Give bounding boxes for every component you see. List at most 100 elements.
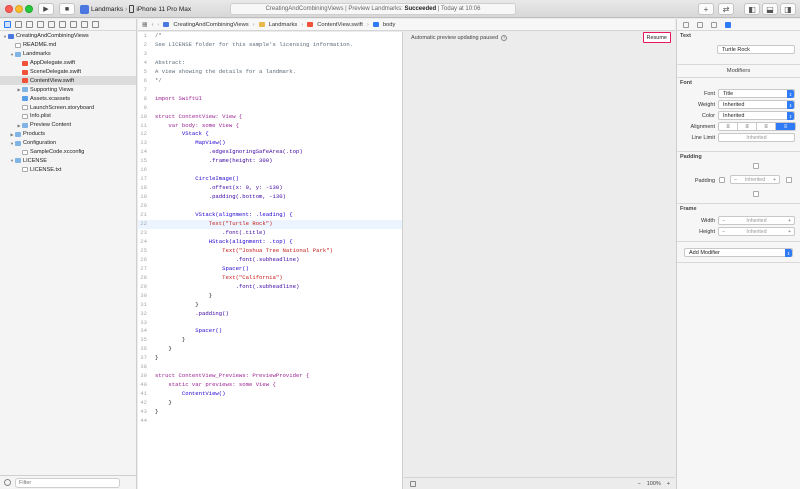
code-line[interactable]: 20 (138, 202, 402, 211)
navigator-item[interactable]: LaunchScreen.storyboard (0, 103, 136, 112)
attributes-icon[interactable] (725, 21, 731, 28)
stepper-plus-icon[interactable]: + (788, 229, 791, 235)
code-line[interactable]: 33 (138, 319, 402, 328)
pin-icon[interactable] (410, 481, 416, 487)
code-line[interactable]: 34 Spacer() (138, 327, 402, 336)
height-field[interactable]: − Inherited + (718, 227, 795, 236)
stepper-minus-icon[interactable]: − (722, 218, 725, 224)
navigator-item[interactable]: ▼ Configuration (0, 139, 136, 148)
navigator-item[interactable]: ▼ CreatingAndCombiningViews (0, 32, 136, 41)
symbol-icon[interactable] (26, 21, 33, 28)
navigator-item[interactable]: ▼ LICENSE (0, 156, 136, 165)
code-line[interactable]: 15 .frame(height: 300) (138, 157, 402, 166)
linelimit-field[interactable]: Inherited (718, 133, 795, 142)
code-line[interactable]: 3 (138, 50, 402, 59)
code-line[interactable]: 13 MapView() (138, 139, 402, 148)
code-line[interactable]: 38 (138, 363, 402, 372)
close-window-button[interactable] (5, 5, 13, 13)
crumb-file[interactable]: ContentView.swift (317, 22, 363, 28)
code-line[interactable]: 2 See LICENSE folder for this sample's li… (138, 41, 402, 50)
toggle-inspector-button[interactable]: ◨ (780, 3, 796, 15)
code-line[interactable]: 32 .padding() (138, 310, 402, 319)
code-line[interactable]: 39 struct ContentView_Previews: PreviewPr… (138, 372, 402, 381)
code-line[interactable]: 5 A view showing the details for a landma… (138, 68, 402, 77)
code-line[interactable]: 18 .offset(x: 0, y: -130) (138, 184, 402, 193)
back-forward-icon[interactable]: ⇄ (718, 3, 734, 15)
padding-left-checkbox[interactable] (719, 177, 725, 183)
align-left-icon[interactable]: ≡ (719, 123, 738, 130)
code-line[interactable]: 35 } (138, 336, 402, 345)
navigator-item[interactable]: README.md (0, 41, 136, 50)
align-center-icon[interactable]: ≡ (738, 123, 757, 130)
code-line[interactable]: 36 } (138, 345, 402, 354)
navigator-item[interactable]: SceneDelegate.swift (0, 68, 136, 77)
toggle-navigator-button[interactable]: ◧ (744, 3, 760, 15)
width-field[interactable]: − Inherited + (718, 216, 795, 225)
run-button[interactable]: ▶ (38, 3, 54, 15)
padding-right-checkbox[interactable] (786, 177, 792, 183)
padding-bottom-checkbox[interactable] (753, 191, 759, 197)
code-line[interactable]: 23 .font(.title) (138, 229, 402, 238)
alignment-control[interactable]: ≡ ≡ ≡ ≡ (718, 122, 796, 131)
code-line[interactable]: 31 } (138, 301, 402, 310)
code-line[interactable]: 21 VStack(alignment: .leading) { (138, 211, 402, 220)
code-line[interactable]: 11 var body: some View { (138, 122, 402, 131)
color-popup[interactable]: Inherited ⇕ (718, 111, 795, 120)
add-file-icon[interactable] (4, 479, 11, 486)
code-line[interactable]: 41 ContentView() (138, 390, 402, 399)
code-line[interactable]: 30 } (138, 292, 402, 301)
code-line[interactable]: 4 Abstract: (138, 59, 402, 68)
navigator-item[interactable]: ▶ Supporting Views (0, 85, 136, 94)
code-line[interactable]: 8 import SwiftUI (138, 95, 402, 104)
history-icon[interactable] (697, 21, 703, 28)
stop-button[interactable]: ■ (59, 3, 75, 15)
font-popup[interactable]: Title ⇕ (718, 89, 795, 98)
navigator-item[interactable]: LICENSE.txt (0, 165, 136, 174)
navigator-item[interactable]: ContentView.swift (0, 76, 136, 86)
code-line[interactable]: 12 VStack { (138, 130, 402, 139)
breakpoint-icon[interactable] (81, 21, 88, 28)
code-line[interactable]: 1 /* (138, 32, 402, 41)
crumb-project[interactable]: CreatingAndCombiningViews (173, 22, 248, 28)
related-items-icon[interactable]: ▦ (142, 22, 147, 28)
code-line[interactable]: 40 static var previews: some View { (138, 381, 402, 390)
toggle-debug-button[interactable]: ⬓ (762, 3, 778, 15)
padding-top-checkbox[interactable] (753, 163, 759, 169)
align-right-icon[interactable]: ≡ (757, 123, 776, 130)
library-add-button[interactable]: + (698, 3, 714, 15)
code-line[interactable]: 7 (138, 86, 402, 95)
resume-button[interactable]: Resume (642, 32, 671, 43)
code-line[interactable]: 29 .font(.subheadline) (138, 283, 402, 292)
add-modifier-popup[interactable]: Add Modifier ⇕ (684, 248, 793, 257)
stepper-plus-icon[interactable]: + (773, 177, 776, 183)
text-value-field[interactable]: Turtle Rock (717, 45, 795, 54)
code-line[interactable]: 42 } (138, 399, 402, 408)
code-line[interactable]: 24 HStack(alignment: .top) { (138, 238, 402, 247)
code-line[interactable]: 6 */ (138, 77, 402, 86)
source-control-icon[interactable] (15, 21, 22, 28)
code-line[interactable]: 43} (138, 408, 402, 417)
stepper-minus-icon[interactable]: − (734, 177, 737, 183)
code-line[interactable]: 9 (138, 104, 402, 113)
forward-arrow-icon[interactable]: › (157, 22, 159, 28)
zoom-window-button[interactable] (25, 5, 33, 13)
code-line[interactable]: 28 Text("California") (138, 274, 402, 283)
warning-icon[interactable] (48, 21, 55, 28)
code-line[interactable]: 37} (138, 354, 402, 363)
zoom-level[interactable]: 100% (647, 481, 661, 487)
stepper-plus-icon[interactable]: + (788, 218, 791, 224)
source-editor[interactable]: 1 /* 2 See LICENSE folder for this sample's… (138, 32, 403, 489)
code-line[interactable]: 27 Spacer() (138, 265, 402, 274)
zoom-in-button[interactable]: + (667, 481, 670, 487)
info-icon[interactable]: ? (501, 34, 508, 41)
code-line[interactable]: 22 Text("Turtle Rock") (138, 220, 402, 229)
code-line[interactable]: 10 struct ContentView: View { (138, 113, 402, 122)
filter-input[interactable] (15, 478, 120, 488)
code-line[interactable]: 44 (138, 417, 402, 426)
code-line[interactable]: 25 Text("Joshua Tree National Park") (138, 247, 402, 256)
minimize-window-button[interactable] (15, 5, 23, 13)
navigator-item[interactable]: ▶ Preview Content (0, 121, 136, 130)
stepper-minus-icon[interactable]: − (722, 229, 725, 235)
report-icon[interactable] (92, 21, 99, 28)
navigator-item[interactable]: Info.plist (0, 112, 136, 121)
